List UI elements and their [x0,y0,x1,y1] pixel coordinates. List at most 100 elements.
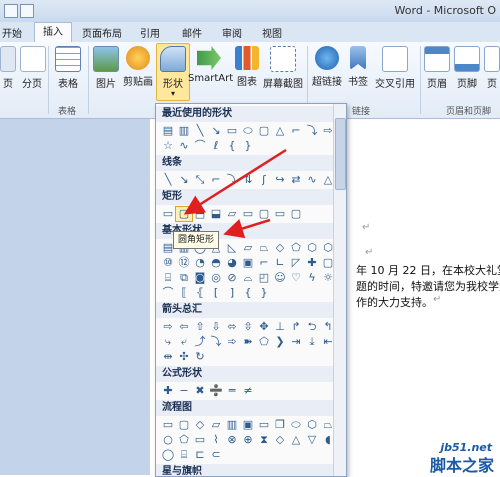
document-text-line[interactable]: 作的大力支持。 [356,294,433,310]
terminator-shape[interactable]: ⬭ [288,418,304,432]
pentagon-arrow-shape[interactable]: ⬠ [256,335,272,349]
preparation-shape[interactable]: ⬡ [304,418,320,432]
line-shape[interactable]: ╲ [160,173,176,187]
round-same-side-rectangle-shape[interactable]: ▭ [272,207,288,221]
rounded-rectangle-shape[interactable]: ▢ [175,206,193,222]
page-button[interactable]: 页 [0,46,16,90]
document-text-line[interactable]: 题的时间，特邀请您为我校学生 [356,278,500,294]
hyperlink-button[interactable]: 超链接 [311,46,343,88]
chart-button[interactable]: 图表 [234,46,260,88]
rectangle-shape[interactable]: ▭ [224,124,240,138]
notched-right-arrow-shape[interactable]: ➽ [240,335,256,349]
cross-reference-button[interactable]: 交叉引用 [374,46,416,90]
data-shape[interactable]: ▱ [208,418,224,432]
can-shape[interactable]: ⌸ [160,271,176,285]
round-diagonal-rectangle-shape[interactable]: ▢ [288,207,304,221]
pie-shape[interactable]: ◔ [192,256,208,270]
striped-right-arrow-shape[interactable]: ➾ [224,335,240,349]
arc-shape[interactable]: ⌒ [160,286,176,300]
down-arrow-callout-shape[interactable]: ⤓ [304,335,320,349]
arrow-line-shape[interactable]: ↘ [208,124,224,138]
right-arrow-callout-shape[interactable]: ⇥ [288,335,304,349]
cross-shape[interactable]: ✚ [304,256,320,270]
sequential-storage-shape[interactable]: ◯ [160,448,176,462]
curved-up-arrow-shape[interactable]: ⤴ [192,335,208,349]
tab-references[interactable]: 引用 [140,25,160,40]
shapes-button[interactable]: 形状 ▾ [156,43,190,101]
right-arrow-shape[interactable]: ⇨ [160,320,176,334]
snip-round-rectangle-shape[interactable]: ▭ [240,207,256,221]
star-shape[interactable]: ☆ [160,139,176,153]
line-shape[interactable]: ╲ [192,124,208,138]
internal-storage-shape[interactable]: ▣ [240,418,256,432]
diamond-shape[interactable]: ◇ [272,241,288,255]
predefined-process-shape[interactable]: ▥ [224,418,240,432]
teardrop-shape[interactable]: ◕ [224,256,240,270]
off-page-connector-shape[interactable]: ⬠ [176,433,192,447]
elbow-connector-shape[interactable]: ⌐ [208,173,224,187]
header-button[interactable]: 页眉 [424,46,450,90]
save-icon[interactable] [4,4,18,18]
page-break-button[interactable]: 分页 [20,46,46,90]
right-triangle-shape[interactable]: ◺ [224,241,240,255]
chevron-shape[interactable]: ❯ [272,335,288,349]
left-brace-shape[interactable]: { [224,139,240,153]
snip-diagonal-rectangle-shape[interactable]: ▱ [224,207,240,221]
chord-shape[interactable]: ◓ [208,256,224,270]
extract-shape[interactable]: △ [288,433,304,447]
snip-corner-rectangle-shape[interactable]: ⬒ [192,207,208,221]
round-single-corner-rectangle-shape[interactable]: ▢ [256,207,272,221]
table-button[interactable]: 表格 [54,46,82,90]
freeform-shape[interactable]: ℓ [208,139,224,153]
multiply-shape[interactable]: ✖ [192,384,208,398]
down-arrow-shape[interactable]: ⇩ [208,320,224,334]
left-bracket-shape[interactable]: [ [208,286,224,300]
donut-shape[interactable]: ◎ [208,271,224,285]
process-shape[interactable]: ▭ [160,418,176,432]
curved-double-arrow-shape[interactable]: ⇄ [288,173,304,187]
trapezoid-shape[interactable]: ⏢ [256,241,272,255]
hexagon-shape[interactable]: ⬡ [304,241,320,255]
left-right-up-arrow-shape[interactable]: ⊥ [272,320,288,334]
parallelogram-shape[interactable]: ▱ [240,241,256,255]
dodecagon-shape[interactable]: ⑫ [176,256,192,270]
rectangle-shape[interactable]: ▭ [160,207,176,221]
curve-shape[interactable]: ∿ [176,139,192,153]
page-number-button[interactable]: 页 [484,46,500,90]
tab-review[interactable]: 审阅 [222,25,242,40]
u-turn-arrow-shape[interactable]: ⮌ [304,320,320,334]
triangle-shape[interactable]: △ [272,124,288,138]
frame-shape[interactable]: ▣ [240,256,256,270]
elbow-arrow-shape[interactable]: ⤵ [224,173,240,187]
tab-insert[interactable]: 插入 [34,22,72,43]
curved-right-arrow-shape[interactable]: ⤷ [160,335,176,349]
elbow-arrow-shape[interactable]: ⤵ [304,124,320,138]
curved-down-arrow-shape[interactable]: ⤵ [208,335,224,349]
elbow-double-arrow-shape[interactable]: ⇅ [240,173,256,187]
bracket-shape[interactable]: ⌒ [192,139,208,153]
tab-home[interactable]: 开始 [2,25,22,40]
textbox-vertical-shape[interactable]: ▥ [176,124,192,138]
up-arrow-shape[interactable]: ⇧ [192,320,208,334]
connector-shape[interactable]: ○ [160,433,176,447]
right-bracket-shape[interactable]: ] [224,286,240,300]
collate-shape[interactable]: ⧗ [256,433,272,447]
gallery-scrollbar[interactable] [333,104,346,476]
curved-left-arrow-shape[interactable]: ⤶ [176,335,192,349]
decagon-shape[interactable]: ⑩ [160,256,176,270]
left-brace-shape[interactable]: { [240,286,256,300]
left-right-arrow-callout-shape[interactable]: ⇹ [160,350,176,364]
curve-shape[interactable]: ∿ [304,173,320,187]
curved-connector-shape[interactable]: ʃ [256,173,272,187]
or-shape[interactable]: ⊕ [240,433,256,447]
folded-corner-shape[interactable]: ◰ [256,271,272,285]
curved-arrow-shape[interactable]: ↪ [272,173,288,187]
merge-shape[interactable]: ▽ [304,433,320,447]
left-arrow-shape[interactable]: ⇦ [176,320,192,334]
display-shape[interactable]: ⊂ [208,448,224,462]
tab-mailings[interactable]: 邮件 [182,25,202,40]
circular-arrow-shape[interactable]: ↻ [192,350,208,364]
footer-button[interactable]: 页脚 [454,46,480,90]
heart-shape[interactable]: ♡ [288,271,304,285]
up-down-arrow-shape[interactable]: ⇳ [240,320,256,334]
